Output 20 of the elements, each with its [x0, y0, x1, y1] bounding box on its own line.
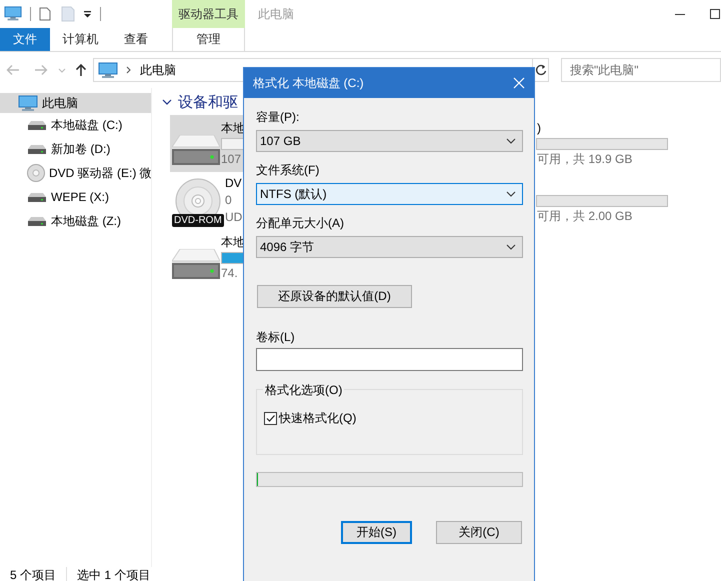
field-label: 卷标(L) — [256, 329, 296, 345]
group-header: 设备和驱 — [178, 92, 238, 112]
drive-detail: 可用，共 19.9 GB — [537, 152, 632, 166]
window-title: 此电脑 — [258, 6, 294, 22]
drive-detail: 可用，共 2.00 GB — [537, 208, 632, 224]
status-text: 选中 1 个项目 — [77, 567, 152, 581]
checkbox-label: 快速格式化(Q) — [279, 410, 356, 427]
field-label: 容量(P): — [256, 109, 300, 125]
drive-detail: 74. — [221, 266, 238, 280]
drive-detail: UD — [225, 210, 242, 225]
field-label: 分配单元大小(A) — [256, 215, 345, 231]
group-title: 格式化选项(O) — [263, 382, 344, 399]
drive-detail: 107 — [221, 152, 242, 166]
drive-type-label: DVD-ROM — [172, 214, 224, 227]
drive-name: ) — [537, 120, 541, 136]
drive-detail: 0 — [225, 193, 232, 208]
drive-name: DV — [225, 176, 242, 191]
tool-group-header: 驱动器工具 — [172, 0, 245, 28]
field-label: 文件系统(F) — [256, 162, 320, 178]
status-text: 5 个项目 — [10, 567, 58, 581]
